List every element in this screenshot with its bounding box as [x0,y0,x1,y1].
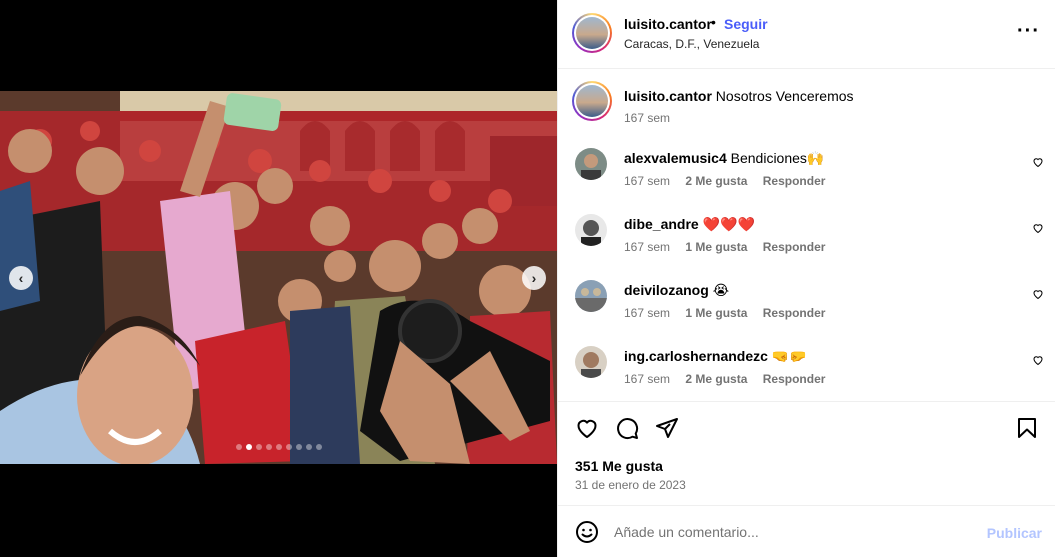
author-username[interactable]: luisito.cantor [624,16,712,32]
comment-time[interactable]: 167 sem [624,240,670,254]
carousel-dot [246,444,252,450]
carousel-dot [276,444,282,450]
comment-input[interactable] [614,520,974,544]
author-avatar[interactable] [572,13,612,53]
carousel-dot [266,444,272,450]
comment-text: ❤️❤️❤️ [702,216,755,232]
comment-avatar[interactable] [575,214,607,246]
post-actions: 351 Me gusta 31 de enero de 2023 [558,401,1055,505]
comment-likes[interactable]: 1 Me gusta [685,240,747,254]
caption-author-username[interactable]: luisito.cantor [624,88,712,104]
comment-time[interactable]: 167 sem [624,174,670,188]
comment-bubble-icon[interactable] [615,416,639,440]
caption-time[interactable]: 167 sem [624,111,670,125]
like-heart-icon[interactable] [575,416,599,440]
add-comment-bar: Publicar [558,505,1055,557]
like-comment-icon[interactable] [1032,354,1044,366]
comment-time[interactable]: 167 sem [624,306,670,320]
comment-username[interactable]: alexvalemusic4 [624,150,727,166]
save-bookmark-icon[interactable] [1015,416,1039,440]
reply-button[interactable]: Responder [763,240,826,254]
reply-button[interactable]: Responder [763,372,826,386]
follow-button[interactable]: Seguir [724,16,768,32]
like-comment-icon[interactable] [1032,156,1044,168]
carousel-dot [256,444,262,450]
comment-item: alexvalemusic4 Bendiciones🙌 167 sem 2 Me… [558,148,1055,208]
carousel-dot [286,444,292,450]
like-comment-icon[interactable] [1032,288,1044,300]
carousel-dots [236,444,322,450]
separator-dot: • [711,14,716,30]
emoji-smiley-icon[interactable] [575,520,599,544]
comment-likes[interactable]: 1 Me gusta [685,306,747,320]
reply-button[interactable]: Responder [763,306,826,320]
more-options-icon[interactable]: ··· [1017,20,1040,43]
carousel-dot [236,444,242,450]
caption-text: Nosotros Venceremos [715,88,854,104]
caption-author-avatar[interactable] [572,81,612,121]
carousel-dot [306,444,312,450]
comment-item: dibe_andre ❤️❤️❤️ 167 sem 1 Me gusta Res… [558,214,1055,274]
reply-button[interactable]: Responder [763,174,826,188]
comment-username[interactable]: deivilozanog [624,282,709,298]
share-send-icon[interactable] [655,416,679,440]
carousel-dot [316,444,322,450]
post-media: ‹ › [0,0,557,557]
post-photo[interactable]: ‹ › [0,91,557,464]
comment-username[interactable]: ing.carloshernandezc [624,348,768,364]
carousel-prev-button[interactable]: ‹ [9,266,33,290]
post-panel: luisito.cantor • Seguir Caracas, D.F., V… [557,0,1055,557]
comment-item: ing.carloshernandezc 🤜🤛 167 sem 2 Me gus… [558,346,1055,406]
carousel-dot [296,444,302,450]
comment-avatar[interactable] [575,280,607,312]
post-header: luisito.cantor • Seguir Caracas, D.F., V… [558,0,1055,69]
comment-likes[interactable]: 2 Me gusta [685,372,747,386]
comment-text: 🤜🤛 [771,348,807,364]
post-date[interactable]: 31 de enero de 2023 [575,478,686,492]
comment-username[interactable]: dibe_andre [624,216,699,232]
carousel-next-button[interactable]: › [522,266,546,290]
comment-avatar[interactable] [575,346,607,378]
like-comment-icon[interactable] [1032,222,1044,234]
comment-text: 😭 [712,282,730,298]
comment-likes[interactable]: 2 Me gusta [685,174,747,188]
comment-text: Bendiciones🙌 [730,150,825,166]
comment-avatar[interactable] [575,148,607,180]
publish-button[interactable]: Publicar [987,525,1042,541]
comment-time[interactable]: 167 sem [624,372,670,386]
post-location[interactable]: Caracas, D.F., Venezuela [624,37,759,51]
like-count[interactable]: 351 Me gusta [575,458,663,474]
comment-item: deivilozanog 😭 167 sem 1 Me gusta Respon… [558,280,1055,340]
